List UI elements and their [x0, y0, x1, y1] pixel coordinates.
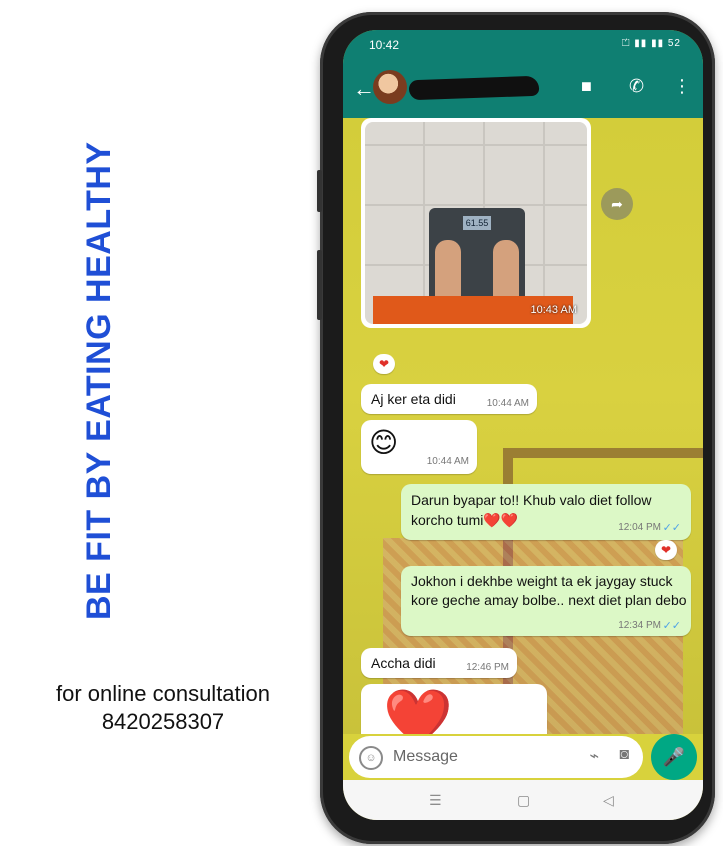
image-message[interactable]: 61.55 10:43 AM	[361, 118, 591, 328]
poster-title: BE FIT BY EATING HEALTHY	[80, 141, 118, 620]
consultation-label: for online consultation	[55, 681, 271, 706]
message-time: 12:34 PM	[618, 620, 661, 631]
redacted-contact-name[interactable]	[408, 75, 540, 101]
back-icon[interactable]: ◁	[603, 792, 614, 809]
avatar[interactable]	[373, 70, 407, 104]
scale-display: 61.55	[463, 216, 491, 230]
double-check-icon: ✓✓	[662, 620, 681, 632]
home-icon[interactable]: ▢	[517, 792, 530, 809]
message-text: Aj ker eta didi	[371, 391, 456, 407]
message-time: 12:04 PM	[618, 522, 661, 533]
microphone-icon[interactable]: 🎤	[651, 734, 697, 780]
message-time: 12:46 PM	[466, 662, 509, 673]
incoming-emoji-message[interactable]: 😊 10:44 AM	[361, 420, 477, 474]
message-input-bar[interactable]: ☺ Message ⌁ ◙	[349, 736, 643, 778]
chat-area: 61.55 10:43 AM ➦ ❤ Aj ker eta didi 10:44…	[343, 118, 703, 734]
system-nav-bar: ☰ ▢ ◁	[343, 780, 703, 820]
smile-emoji-icon: 😊	[369, 427, 399, 458]
message-text: Accha didi	[371, 655, 436, 671]
status-bar: 10:42 ⏍ ▮▮ ▮▮ 52	[343, 30, 703, 58]
message-input[interactable]: Message	[393, 748, 458, 766]
incoming-emoji-message[interactable]: ❤️	[361, 684, 547, 734]
volume-button	[317, 170, 322, 212]
status-time: 10:42	[369, 38, 400, 52]
emoji-icon[interactable]: ☺	[359, 746, 383, 770]
chat-header: ← ■ ✆ ⋮	[343, 58, 703, 118]
forward-icon[interactable]: ➦	[601, 188, 633, 220]
heart-reaction-icon[interactable]: ❤	[373, 354, 395, 374]
outgoing-message[interactable]: Jokhon i dekhbe weight ta ek jaygay stuc…	[401, 566, 691, 636]
phone-call-icon[interactable]: ✆	[629, 76, 644, 97]
menu-dots-icon[interactable]: ⋮	[673, 76, 691, 97]
heart-emoji-icon: ❤️	[383, 686, 453, 735]
recent-apps-icon[interactable]: ☰	[429, 792, 442, 809]
message-time: 10:44 AM	[426, 456, 469, 467]
attachment-icon[interactable]: ⌁	[589, 746, 599, 766]
message-text: Jokhon i dekhbe weight ta ek jaygay stuc…	[411, 573, 687, 608]
camera-icon[interactable]: ◙	[619, 746, 629, 764]
back-arrow-icon[interactable]: ←	[353, 76, 375, 102]
video-call-icon[interactable]: ■	[581, 76, 592, 97]
consultation-info: for online consultation 8420258307	[18, 680, 308, 736]
scale-photo[interactable]: 61.55 10:43 AM	[365, 122, 587, 324]
phone-screen: 10:42 ⏍ ▮▮ ▮▮ 52 ← ■ ✆ ⋮ 61.55 10:43 AM …	[343, 30, 703, 820]
incoming-message[interactable]: Accha didi 12:46 PM	[361, 648, 517, 678]
heart-reaction-icon[interactable]: ❤	[655, 540, 677, 560]
incoming-message[interactable]: Aj ker eta didi 10:44 AM	[361, 384, 537, 414]
consultation-phone: 8420258307	[101, 709, 225, 734]
message-time: 10:44 AM	[486, 398, 529, 409]
side-button	[317, 250, 322, 320]
status-icons: ⏍ ▮▮ ▮▮ 52	[621, 38, 681, 49]
message-time: 10:43 AM	[530, 304, 577, 316]
outgoing-message[interactable]: Darun byapar to!! Khub valo diet follow …	[401, 484, 691, 540]
double-check-icon: ✓✓	[662, 522, 681, 534]
